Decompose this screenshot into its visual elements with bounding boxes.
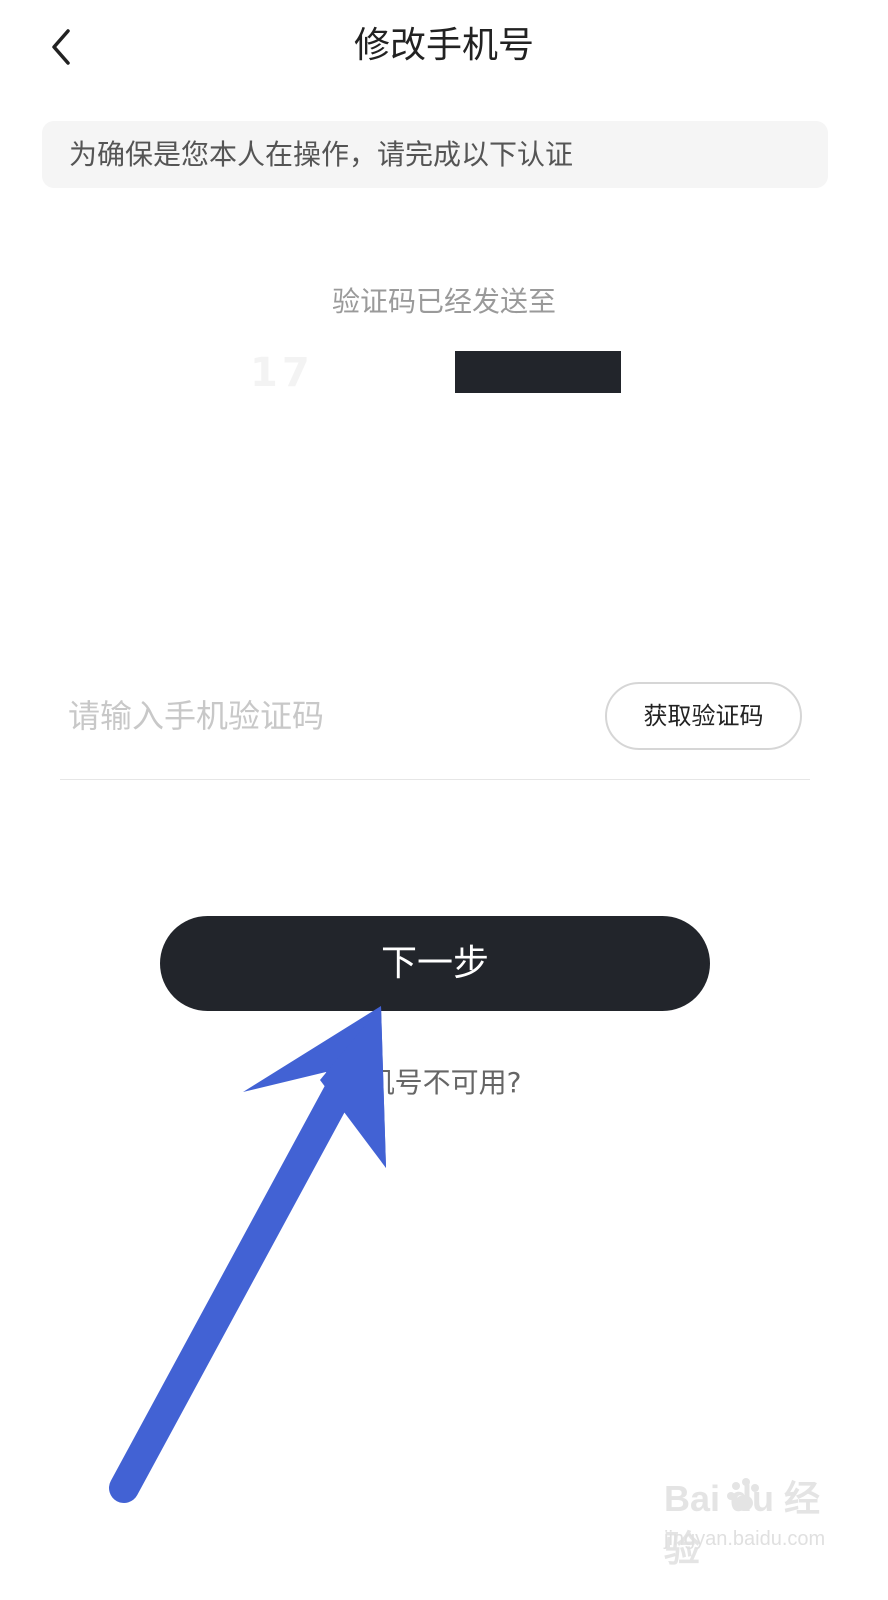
change-phone-page: 修改手机号 为确保是您本人在操作，请完成以下认证 验证码已经发送至 17 获取验… — [0, 0, 888, 1600]
watermark-url: jingyan.baidu.com — [664, 1528, 826, 1550]
phone-number-partial: 17 — [250, 350, 314, 396]
arrow-up-right-icon — [109, 1006, 386, 1503]
masked-phone-number: 17 — [0, 345, 888, 401]
baidu-jingyan-watermark: Bai du 经验 jingyan.baidu.com — [664, 1474, 854, 1574]
phone-unavailable-link[interactable]: 机号不可用? — [0, 1062, 888, 1104]
verification-notice: 为确保是您本人在操作，请完成以下认证 — [42, 121, 828, 188]
baidu-paw-icon — [727, 1478, 759, 1511]
phone-redaction-block — [455, 351, 621, 393]
verification-code-input[interactable] — [68, 690, 568, 742]
input-divider — [60, 779, 810, 780]
next-step-button[interactable]: 下一步 — [160, 916, 710, 1011]
get-code-button[interactable]: 获取验证码 — [605, 682, 802, 750]
code-sent-label: 验证码已经发送至 — [331, 285, 556, 318]
page-title: 修改手机号 — [353, 25, 534, 66]
